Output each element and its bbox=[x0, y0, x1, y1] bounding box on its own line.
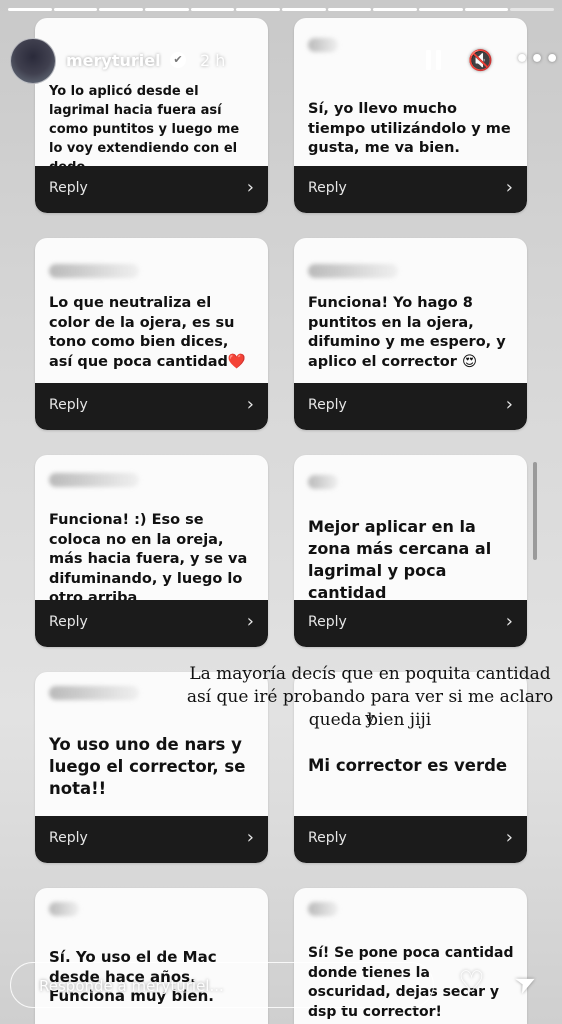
blurred-username bbox=[308, 475, 338, 489]
chevron-right-icon: › bbox=[246, 827, 254, 848]
card-text: Mejor aplicar en la zona más cercana al … bbox=[308, 517, 492, 602]
reply-label: Reply bbox=[49, 180, 88, 196]
username[interactable]: meryturiel bbox=[66, 51, 161, 70]
progress-segment bbox=[419, 8, 463, 11]
card-text: Lo que neutraliza el color de la ojera, … bbox=[49, 295, 246, 370]
card-text: Sí, yo llevo mucho tiempo utilizándolo y… bbox=[308, 101, 511, 156]
card-text: Mi corrector es verde bbox=[308, 756, 508, 775]
blurred-username bbox=[49, 264, 139, 278]
reply-label: Reply bbox=[49, 397, 88, 413]
reply-button[interactable]: Reply › bbox=[294, 816, 527, 863]
reply-label: Reply bbox=[308, 830, 347, 846]
reply-button[interactable]: Reply › bbox=[35, 816, 268, 863]
chevron-right-icon: › bbox=[246, 611, 254, 632]
chevron-right-icon: › bbox=[505, 177, 513, 198]
reply-button[interactable]: Reply › bbox=[294, 600, 527, 647]
progress-segment bbox=[327, 8, 372, 11]
heart-icon[interactable]: ♡ bbox=[458, 966, 485, 1000]
progress-segment bbox=[8, 8, 52, 11]
reply-label: Reply bbox=[308, 180, 347, 196]
card-text: Yo lo aplicó desde el lagrimal hacia fue… bbox=[49, 84, 240, 175]
reply-button[interactable]: Reply › bbox=[35, 166, 268, 213]
progress-segment bbox=[53, 8, 98, 11]
reply-button[interactable]: Reply › bbox=[294, 383, 527, 430]
progress-segment bbox=[236, 8, 281, 11]
blurred-username bbox=[49, 902, 79, 916]
story-progress-bar bbox=[8, 8, 555, 11]
progress-segment bbox=[99, 8, 144, 11]
story-caption-line: La mayoría decís que en poquita cantidad bbox=[189, 664, 551, 684]
card-text: Funciona! Yo hago 8 puntitos en la ojera… bbox=[308, 295, 506, 370]
reply-label: Reply bbox=[49, 830, 88, 846]
story-caption-line: queda bien jiji bbox=[308, 710, 432, 730]
blurred-username bbox=[49, 473, 139, 487]
scrollbar[interactable] bbox=[533, 462, 537, 560]
question-card: Funciona! Yo hago 8 puntitos en la ojera… bbox=[294, 238, 527, 430]
progress-segment bbox=[282, 8, 326, 11]
card-text: Yo uso uno de nars y luego el corrector,… bbox=[49, 735, 246, 798]
blurred-username bbox=[308, 902, 338, 916]
progress-segment bbox=[145, 8, 189, 11]
post-time: 2 h bbox=[200, 51, 226, 70]
progress-segment bbox=[510, 8, 555, 11]
chevron-right-icon: › bbox=[246, 177, 254, 198]
reply-button[interactable]: Reply › bbox=[35, 383, 268, 430]
blurred-username bbox=[49, 686, 139, 700]
mute-icon[interactable]: 🔇 bbox=[468, 48, 493, 72]
reply-label: Reply bbox=[308, 614, 347, 630]
more-options-icon[interactable]: ••• bbox=[515, 48, 560, 72]
verified-badge-icon: ✔ bbox=[170, 52, 186, 68]
question-card: Mejor aplicar en la zona más cercana al … bbox=[294, 455, 527, 647]
chevron-right-icon: › bbox=[246, 394, 254, 415]
reply-button[interactable]: Reply › bbox=[294, 166, 527, 213]
chevron-right-icon: › bbox=[505, 394, 513, 415]
story-header: meryturiel ✔ 2 h 🔇 ••• bbox=[10, 38, 559, 84]
card-text: Funciona! :) Eso se coloca no en la orej… bbox=[49, 512, 248, 606]
reply-input[interactable]: Responde a meryturiel... bbox=[10, 962, 434, 1008]
progress-segment bbox=[464, 8, 509, 11]
reply-button[interactable]: Reply › bbox=[35, 600, 268, 647]
reply-placeholder: Responde a meryturiel... bbox=[39, 977, 224, 995]
question-card: Funciona! :) Eso se coloca no en la orej… bbox=[35, 455, 268, 647]
blurred-username bbox=[308, 264, 398, 278]
chevron-right-icon: › bbox=[505, 827, 513, 848]
avatar[interactable] bbox=[10, 38, 56, 84]
progress-segment bbox=[373, 8, 418, 11]
reply-label: Reply bbox=[49, 614, 88, 630]
chevron-right-icon: › bbox=[505, 611, 513, 632]
question-card: Lo que neutraliza el color de la ojera, … bbox=[35, 238, 268, 430]
reply-label: Reply bbox=[308, 397, 347, 413]
progress-segment bbox=[190, 8, 235, 11]
